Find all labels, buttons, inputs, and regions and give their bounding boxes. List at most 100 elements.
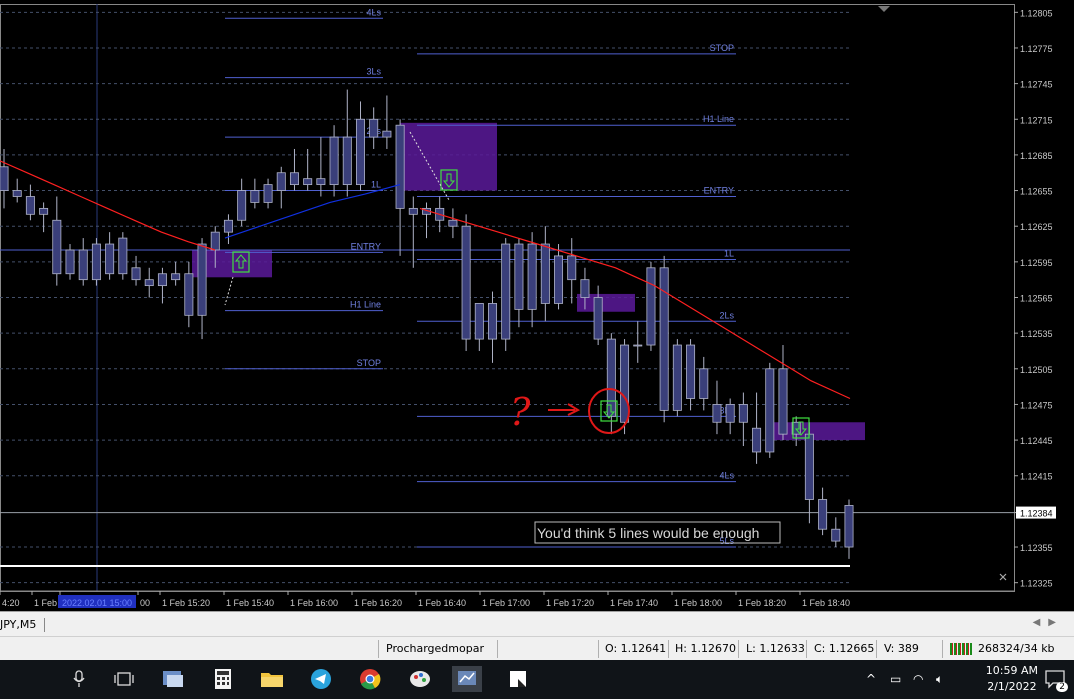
time-tick-label: 1 Feb 16:40 — [418, 598, 466, 608]
candle-body — [514, 243, 524, 310]
price-chart[interactable]: 1.12805 1.12775 1.12745 1.12715 1.12685 1.126… — [0, 0, 1074, 611]
candle-body — [844, 505, 854, 548]
candle-body — [831, 528, 841, 542]
candle-body — [369, 118, 379, 138]
time-tick-label: 1 Feb 18:40 — [802, 598, 850, 608]
candle-body — [527, 243, 537, 310]
clock-time: 10:59 AM — [985, 664, 1038, 677]
status-divider — [598, 640, 599, 658]
candle-body — [210, 231, 220, 251]
file-explorer-icon[interactable] — [257, 666, 287, 692]
traffic-counter: 268324/34 kb — [978, 642, 1055, 655]
candle-body — [355, 118, 365, 186]
scribble-arrow — [548, 403, 581, 416]
system-clock[interactable]: 10:59 AM 2/1/2022 — [986, 663, 1038, 695]
chrome-icon[interactable] — [355, 666, 385, 692]
candle-body — [488, 303, 498, 340]
chart-tab-label: JPY,M5 — [0, 618, 37, 631]
candle-body — [316, 178, 326, 186]
candle-body — [382, 130, 392, 138]
task-view-icon[interactable] — [109, 666, 139, 692]
time-tick-label: 2022.02.01 15:00 — [62, 598, 132, 608]
time-tick-label: 00 — [140, 598, 150, 608]
calculator-icon[interactable] — [208, 666, 238, 692]
status-bar: Prochargedmopar O: 1.12641 H: 1.12670 L:… — [0, 636, 1074, 661]
candle-body — [276, 172, 286, 191]
chart-tab[interactable]: JPY,M5 — [0, 618, 46, 632]
price-tick-label: 1.12505 — [1020, 365, 1053, 375]
level-right-label: STOP — [710, 43, 734, 53]
candle-body — [0, 166, 9, 191]
candle-body — [738, 404, 748, 423]
notifications-icon[interactable]: 2 — [1044, 668, 1068, 692]
candle-body — [144, 279, 154, 287]
candle-body — [118, 237, 128, 275]
annotation-text: You'd think 5 lines would be enough — [537, 525, 759, 541]
status-divider — [806, 640, 807, 658]
status-divider — [378, 640, 379, 658]
level-right-label: 4Ls — [719, 471, 734, 481]
volume: V: 389 — [884, 642, 919, 655]
level-left-label: 3Ls — [366, 67, 381, 77]
chevron-up-icon[interactable]: ^ — [866, 672, 876, 686]
candle-body — [303, 178, 313, 186]
status-divider — [876, 640, 877, 658]
low-price: L: 1.12633 — [746, 642, 805, 655]
candle-body — [197, 243, 207, 316]
candle-body — [342, 136, 352, 186]
price-tick-label: 1.12625 — [1020, 222, 1053, 232]
clock-date: 2/1/2022 — [987, 680, 1037, 693]
windows-taskbar: ^ ▭ ◠ 🔈︎ 10:59 AM 2/1/2022 2 — [0, 660, 1074, 699]
candle-body — [25, 196, 35, 215]
candle-body — [78, 249, 88, 281]
trendline-dotted — [224, 276, 234, 306]
candle-body — [501, 243, 511, 340]
volume-icon[interactable]: 🔈︎ — [936, 672, 943, 687]
candle-body — [52, 219, 62, 275]
candle-body — [157, 273, 167, 287]
price-tick-label: 1.12325 — [1020, 579, 1053, 589]
notes-icon[interactable] — [503, 666, 533, 692]
metatrader-icon[interactable] — [452, 666, 482, 692]
level-left-label: H1 Line — [350, 300, 381, 310]
notification-count: 2 — [1056, 682, 1068, 692]
chart-window[interactable]: 1.12805 1.12775 1.12745 1.12715 1.12685 1.126… — [0, 0, 1074, 611]
candle-body — [448, 219, 458, 227]
candle-body — [554, 255, 564, 304]
candle-body — [646, 267, 656, 346]
time-tick-label: 1 Feb 17:00 — [482, 598, 530, 608]
price-tick-label: 1.12415 — [1020, 472, 1053, 482]
candle-body — [580, 279, 590, 298]
candle-body — [818, 499, 828, 530]
candle-body — [461, 225, 471, 340]
level-left-label: 1L — [371, 180, 381, 190]
price-tick-label: 1.12655 — [1020, 187, 1053, 197]
tab-scroll-arrows[interactable]: ◀▶ — [1033, 617, 1064, 628]
battery-icon[interactable]: ▭ — [890, 672, 901, 686]
time-tick-label: 1 Feb 17:40 — [610, 598, 658, 608]
candle-body — [778, 368, 788, 435]
candle-body — [567, 255, 577, 281]
candle-body — [804, 433, 814, 500]
candle-body — [540, 243, 550, 304]
app-icon[interactable] — [158, 666, 188, 692]
candle-body — [289, 172, 299, 186]
candle-body — [329, 136, 339, 186]
status-divider — [738, 640, 739, 658]
price-tick-label: 1.12805 — [1020, 8, 1053, 18]
candle-body — [223, 219, 233, 233]
paint-icon[interactable] — [405, 666, 435, 692]
entry-zone-box — [400, 122, 497, 191]
candle-body — [408, 207, 418, 215]
candle-body — [171, 273, 181, 281]
time-tick-label: 1 Feb 18:00 — [674, 598, 722, 608]
candle-body — [250, 190, 260, 203]
candle-body — [699, 368, 709, 399]
time-tick-label: 1 Feb 15:20 — [162, 598, 210, 608]
microphone-icon[interactable] — [64, 666, 94, 692]
candle-body — [765, 368, 775, 453]
price-tick-label: 1.12715 — [1020, 115, 1053, 125]
telegram-icon[interactable] — [306, 666, 336, 692]
wifi-icon[interactable]: ◠ — [913, 672, 923, 686]
chart-tab-bar: JPY,M5 ◀▶ — [0, 611, 1074, 637]
